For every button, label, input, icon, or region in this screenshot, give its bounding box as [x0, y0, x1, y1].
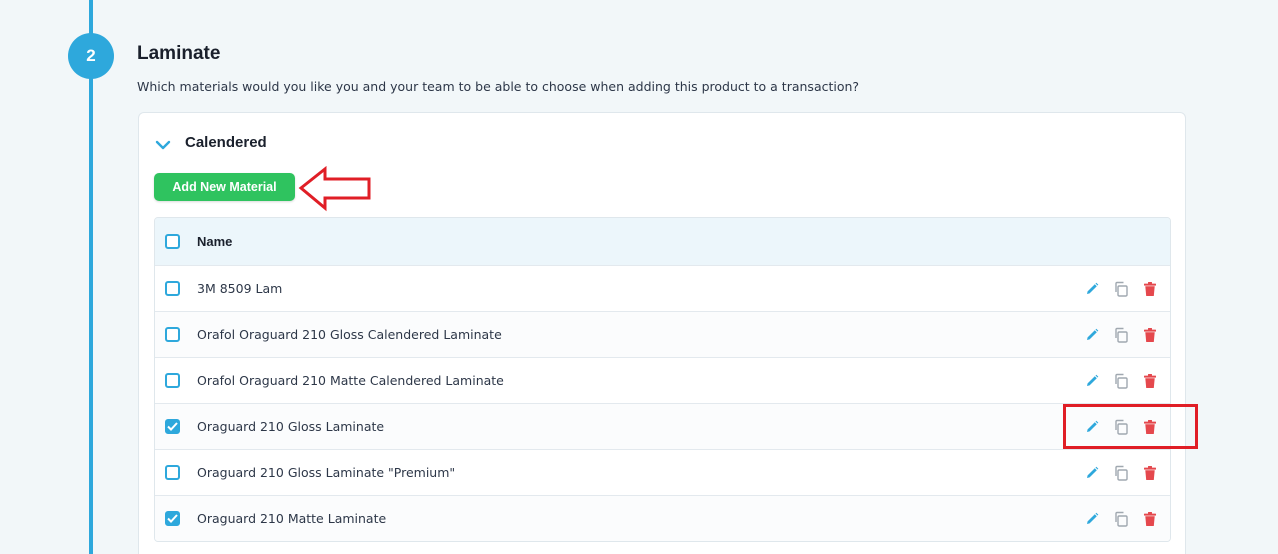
copy-icon[interactable] — [1112, 326, 1129, 343]
trash-icon[interactable] — [1141, 464, 1158, 481]
select-all-checkbox[interactable] — [165, 234, 180, 249]
trash-icon[interactable] — [1141, 326, 1158, 343]
trash-icon[interactable] — [1141, 510, 1158, 527]
table-row: Oraguard 210 Gloss Laminate "Premium" — [155, 449, 1170, 495]
row-checkbox[interactable] — [165, 373, 180, 388]
row-actions — [1083, 358, 1158, 403]
group-toggle[interactable]: Calendered — [155, 131, 267, 153]
table-row: 3M 8509 Lam — [155, 265, 1170, 311]
copy-icon[interactable] — [1112, 510, 1129, 527]
column-header-name: Name — [197, 234, 233, 249]
material-name: 3M 8509 Lam — [197, 281, 283, 296]
row-checkbox[interactable] — [165, 327, 180, 342]
material-name: Orafol Oraguard 210 Gloss Calendered Lam… — [197, 327, 502, 342]
annotation-highlight-box — [1063, 404, 1198, 449]
material-name: Oraguard 210 Gloss Laminate — [197, 419, 385, 434]
row-checkbox[interactable] — [165, 465, 180, 480]
row-actions — [1083, 496, 1158, 541]
material-name: Oraguard 210 Gloss Laminate "Premium" — [197, 465, 456, 480]
materials-table: Name 3M 8509 Lam Orafol Oraguard 210 Glos… — [154, 217, 1171, 542]
copy-icon[interactable] — [1112, 372, 1129, 389]
pencil-icon[interactable] — [1083, 280, 1100, 297]
page: 2 Laminate Which materials would you lik… — [0, 0, 1278, 554]
section-title: Laminate — [137, 43, 221, 64]
row-actions — [1083, 312, 1158, 357]
pencil-icon[interactable] — [1083, 510, 1100, 527]
table-row: Oraguard 210 Gloss Laminate — [155, 403, 1170, 449]
chevron-down-icon — [155, 136, 171, 150]
annotation-arrow — [298, 165, 372, 216]
row-checkbox[interactable] — [165, 419, 180, 434]
material-name: Oraguard 210 Matte Laminate — [197, 511, 387, 526]
table-header-row: Name — [155, 218, 1170, 265]
trash-icon[interactable] — [1141, 372, 1158, 389]
row-actions — [1083, 450, 1158, 495]
copy-icon[interactable] — [1112, 464, 1129, 481]
pencil-icon[interactable] — [1083, 326, 1100, 343]
step-number-badge: 2 — [68, 33, 114, 79]
copy-icon[interactable] — [1112, 280, 1129, 297]
table-row: Orafol Oraguard 210 Matte Calendered Lam… — [155, 357, 1170, 403]
section-description: Which materials would you like you and y… — [137, 79, 860, 94]
row-checkbox[interactable] — [165, 281, 180, 296]
pencil-icon[interactable] — [1083, 464, 1100, 481]
trash-icon[interactable] — [1141, 280, 1158, 297]
add-new-material-button[interactable]: Add New Material — [154, 173, 295, 201]
material-group-card: Calendered Add New Material Name 3M 8509… — [138, 112, 1186, 554]
pencil-icon[interactable] — [1083, 372, 1100, 389]
step-line — [89, 0, 93, 554]
table-row: Oraguard 210 Matte Laminate — [155, 495, 1170, 541]
table-row: Orafol Oraguard 210 Gloss Calendered Lam… — [155, 311, 1170, 357]
row-actions — [1083, 266, 1158, 311]
group-title: Calendered — [185, 133, 267, 151]
row-checkbox[interactable] — [165, 511, 180, 526]
material-name: Orafol Oraguard 210 Matte Calendered Lam… — [197, 373, 504, 388]
